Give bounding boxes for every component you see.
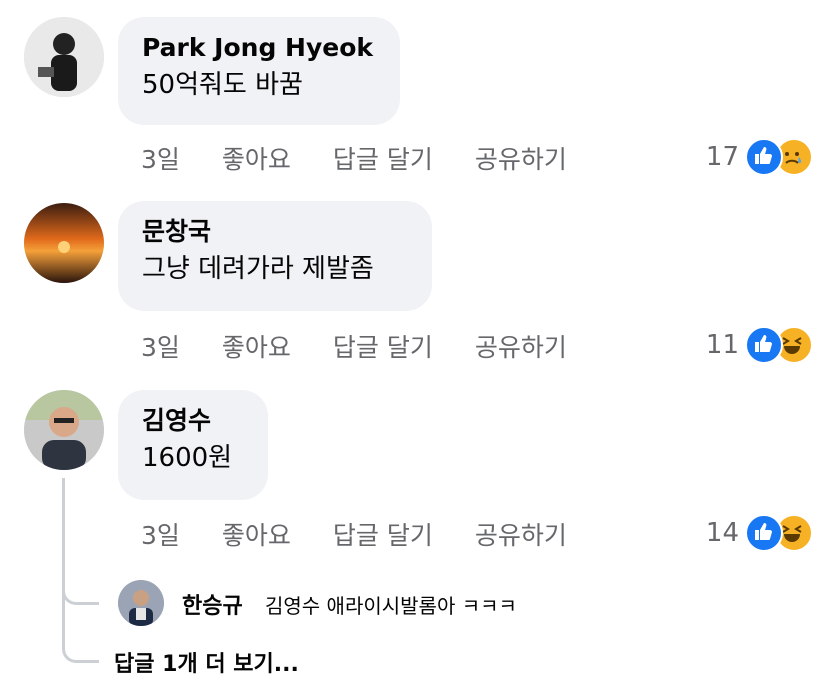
reaction-count: 11 [705, 330, 739, 360]
comment-bubble: Park Jong Hyeok 50억줘도 바꿈 [118, 17, 400, 125]
comment-bubble: 김영수 1600원 [118, 390, 268, 500]
like-icon [745, 138, 783, 176]
comment-text: 1600원 [142, 443, 233, 473]
comment-actions: 3일 좋아요 답글 달기 공유하기 [141, 516, 609, 552]
reaction-summary[interactable]: 14 [706, 514, 813, 552]
comment-time[interactable]: 3일 [141, 140, 180, 176]
reply-text: 김영수 애라이시발롬아 ㅋㅋㅋ [265, 594, 517, 618]
share-button[interactable]: 공유하기 [475, 516, 567, 552]
comment-time[interactable]: 3일 [141, 328, 180, 364]
like-button[interactable]: 좋아요 [222, 328, 291, 364]
reaction-count: 14 [705, 518, 739, 548]
like-button[interactable]: 좋아요 [222, 140, 291, 176]
avatar[interactable] [24, 390, 104, 470]
avatar[interactable] [24, 203, 104, 283]
reply-author[interactable]: 한승규 [182, 588, 243, 620]
share-button[interactable]: 공유하기 [475, 140, 567, 176]
like-icon [745, 514, 783, 552]
thread-connector [62, 478, 99, 663]
reply-button[interactable]: 답글 달기 [333, 328, 433, 364]
comment-text: 그냥 데려가라 제발좀 [142, 254, 374, 284]
comment-bubble: 문창국 그냥 데려가라 제발좀 [118, 201, 432, 311]
reaction-summary[interactable]: 17 [706, 138, 813, 176]
like-icon [745, 326, 783, 364]
comment-author[interactable]: Park Jong Hyeok [142, 31, 374, 65]
comment-text: 50억줘도 바꿈 [142, 70, 303, 100]
view-more-replies-link[interactable]: 답글 1개 더 보기... [114, 646, 299, 678]
like-button[interactable]: 좋아요 [222, 516, 291, 552]
comment-time[interactable]: 3일 [141, 516, 180, 552]
comment-author[interactable]: 김영수 [142, 404, 242, 438]
share-button[interactable]: 공유하기 [475, 328, 567, 364]
reaction-summary[interactable]: 11 [706, 326, 813, 364]
avatar[interactable] [24, 17, 104, 97]
reply-button[interactable]: 답글 달기 [333, 140, 433, 176]
comment-author[interactable]: 문창국 [142, 215, 406, 249]
reply-button[interactable]: 답글 달기 [333, 516, 433, 552]
comment-actions: 3일 좋아요 답글 달기 공유하기 [141, 328, 609, 364]
comment-actions: 3일 좋아요 답글 달기 공유하기 [141, 140, 609, 176]
reply-avatar[interactable] [118, 580, 164, 626]
reaction-count: 17 [705, 142, 739, 172]
